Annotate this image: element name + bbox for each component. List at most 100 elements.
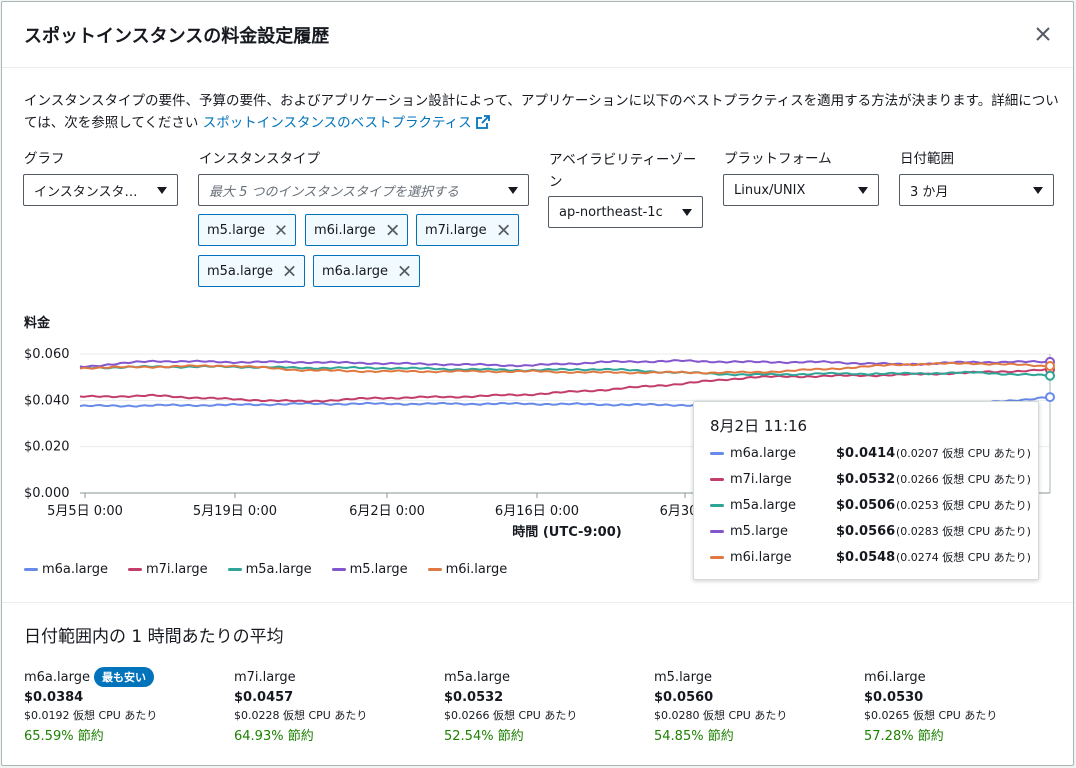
legend-item[interactable]: m7i.large	[127, 562, 208, 577]
token-label: m5a.large	[207, 263, 273, 279]
external-link-icon	[475, 115, 490, 129]
az-label: アベイラビリティーゾーン	[549, 152, 697, 190]
tooltip-series-name: m5a.large	[730, 497, 796, 513]
averages-title: 日付範囲内の 1 時間あたりの平均	[24, 627, 284, 647]
legend-item[interactable]: m6i.large	[427, 562, 508, 577]
chart-tooltip: 8月2日 11:16 m6a.large $0.0414 (0.0207 仮想 CP…	[693, 401, 1039, 580]
caret-down-icon	[157, 187, 167, 194]
tooltip-row: m5.large $0.0566 (0.0283 仮想 CPU あたり)	[710, 521, 1031, 541]
y-tick-label: $0.000	[24, 486, 70, 501]
token-m6a-large: m6a.large	[313, 255, 420, 287]
date-range-label: 日付範囲	[900, 151, 954, 167]
az-select[interactable]: ap-northeast-1c	[548, 196, 703, 228]
legend-swatch	[127, 568, 142, 571]
average-item: m6a.large 最も安い $0.0384 $0.0192 仮想 CPU あたり 65…	[24, 666, 224, 744]
date-range-select[interactable]: 3 か月	[899, 174, 1054, 206]
pricing-history-modal: スポットインスタンスの料金設定履歴 インスタンスタイプの要件、予算の要件、および…	[1, 1, 1074, 766]
x-tick-label: 6月2日 0:00	[349, 504, 425, 519]
tooltip-row: m5a.large $0.0506 (0.0253 仮想 CPU あたり)	[710, 495, 1031, 515]
legend-swatch	[227, 568, 242, 571]
average-saving: 52.54% 節約	[444, 729, 524, 744]
tooltip-cpu-price: (0.0207 仮想 CPU あたり)	[896, 447, 1031, 460]
az-select-value: ap-northeast-1c	[559, 204, 663, 220]
instance-type-field: インスタンスタイプ	[199, 149, 320, 169]
hover-point-m6i.large	[1045, 361, 1055, 372]
instance-type-placeholder: 最大 5 つのインスタンスタイプを選択する	[209, 184, 460, 200]
average-instance-name: m5.large	[654, 666, 854, 688]
modal-title: スポットインスタンスの料金設定履歴	[24, 25, 330, 47]
tooltip-row: m7i.large $0.0532 (0.0266 仮想 CPU あたり)	[710, 469, 1031, 489]
token-label: m6a.large	[322, 263, 388, 279]
average-instance-name: m6i.large	[864, 666, 1064, 688]
tooltip-row: m6a.large $0.0414 (0.0207 仮想 CPU あたり)	[710, 443, 1031, 463]
remove-token-icon[interactable]	[386, 223, 399, 237]
series-line-m7i.large	[79, 368, 1050, 403]
average-item: m7i.large $0.0457 $0.0228 仮想 CPU あたり 64.93%…	[234, 666, 434, 745]
close-icon	[1036, 27, 1050, 41]
tooltip-row: m6i.large $0.0548 (0.0274 仮想 CPU あたり)	[710, 547, 1031, 567]
legend-label: m7i.large	[145, 562, 208, 577]
tooltip-swatch	[710, 529, 724, 533]
instance-name-text: m6a.large	[24, 669, 90, 685]
cheapest-badge: 最も安い	[93, 667, 154, 687]
description: インスタンスタイプの要件、予算の要件、およびアプリケーション設計によって、アプリ…	[24, 90, 1059, 134]
y-tick-label: $0.060	[24, 347, 70, 362]
modal-header: スポットインスタンスの料金設定履歴	[2, 2, 1073, 68]
tooltip-cpu-price: (0.0266 仮想 CPU あたり)	[896, 473, 1031, 486]
remove-token-icon[interactable]	[283, 264, 296, 278]
az-field: アベイラビリティーゾーン	[549, 149, 709, 193]
y-tick-label: $0.040	[24, 393, 70, 408]
legend-item[interactable]: m5.large	[331, 562, 408, 577]
legend-label: m5a.large	[245, 562, 312, 577]
x-tick-label: 6月16日 0:00	[495, 504, 579, 519]
graph-select[interactable]: インスタンスタ…	[23, 174, 178, 206]
average-saving: 54.85% 節約	[654, 729, 734, 744]
remove-token-icon[interactable]	[275, 223, 287, 237]
token-label: m7i.large	[425, 222, 487, 238]
instance-name-text: m7i.large	[234, 669, 296, 685]
platform-select-value: Linux/UNIX	[734, 182, 806, 198]
caret-down-icon	[508, 187, 518, 194]
remove-token-icon[interactable]	[398, 264, 411, 278]
legend-item[interactable]: m6a.large	[24, 562, 108, 577]
x-tick-label: 5月19日 0:00	[193, 504, 277, 519]
instance-name-text: m6i.large	[864, 669, 926, 685]
average-price: $0.0530	[864, 690, 924, 705]
instance-type-select[interactable]: 最大 5 つのインスタンスタイプを選択する	[198, 174, 529, 206]
legend-swatch	[24, 568, 38, 571]
tooltip-swatch	[710, 503, 724, 507]
best-practices-link[interactable]: スポットインスタンスのベストプラクティス	[203, 115, 490, 131]
caret-down-icon	[682, 209, 692, 216]
close-button[interactable]	[1031, 22, 1055, 46]
average-price: $0.0384	[24, 690, 84, 705]
date-range-field: 日付範囲	[900, 149, 954, 169]
platform-label: プラットフォーム	[724, 151, 832, 167]
instance-name-text: m5a.large	[444, 669, 510, 685]
token-m5-large: m5.large	[198, 214, 296, 246]
legend-label: m6a.large	[42, 562, 108, 577]
graph-field: グラフ	[24, 149, 65, 169]
best-practices-link-text: スポットインスタンスのベストプラクティス	[202, 115, 472, 131]
remove-token-icon[interactable]	[497, 223, 510, 237]
caret-down-icon	[1033, 187, 1043, 194]
average-saving: 57.28% 節約	[864, 729, 944, 744]
platform-field: プラットフォーム	[724, 149, 832, 169]
hover-point-m6a.large	[1045, 392, 1055, 403]
average-instance-name: m5a.large	[444, 666, 644, 688]
tooltip-price: $0.0506	[836, 497, 896, 513]
x-tick-label: 5月5日 0:00	[47, 504, 123, 519]
tooltip-cpu-price: (0.0253 仮想 CPU あたり)	[896, 499, 1031, 512]
legend-label: m6i.large	[445, 562, 508, 577]
tooltip-price: $0.0532	[836, 471, 896, 487]
legend-item[interactable]: m5a.large	[227, 562, 312, 577]
tooltip-price: $0.0566	[836, 523, 896, 539]
instance-type-label: インスタンスタイプ	[199, 151, 320, 167]
hover-point-m5a.large	[1045, 370, 1055, 381]
chart-title: 料金	[24, 315, 51, 331]
average-item: m6i.large $0.0530 $0.0265 仮想 CPU あたり 57.28%…	[864, 666, 1064, 745]
tooltip-series-name: m7i.large	[730, 471, 792, 487]
graph-select-value: インスタンスタ…	[34, 184, 138, 200]
platform-select[interactable]: Linux/UNIX	[723, 174, 879, 206]
average-cpu-price: $0.0266 仮想 CPU あたり	[444, 709, 578, 722]
tooltip-price: $0.0548	[836, 549, 896, 565]
